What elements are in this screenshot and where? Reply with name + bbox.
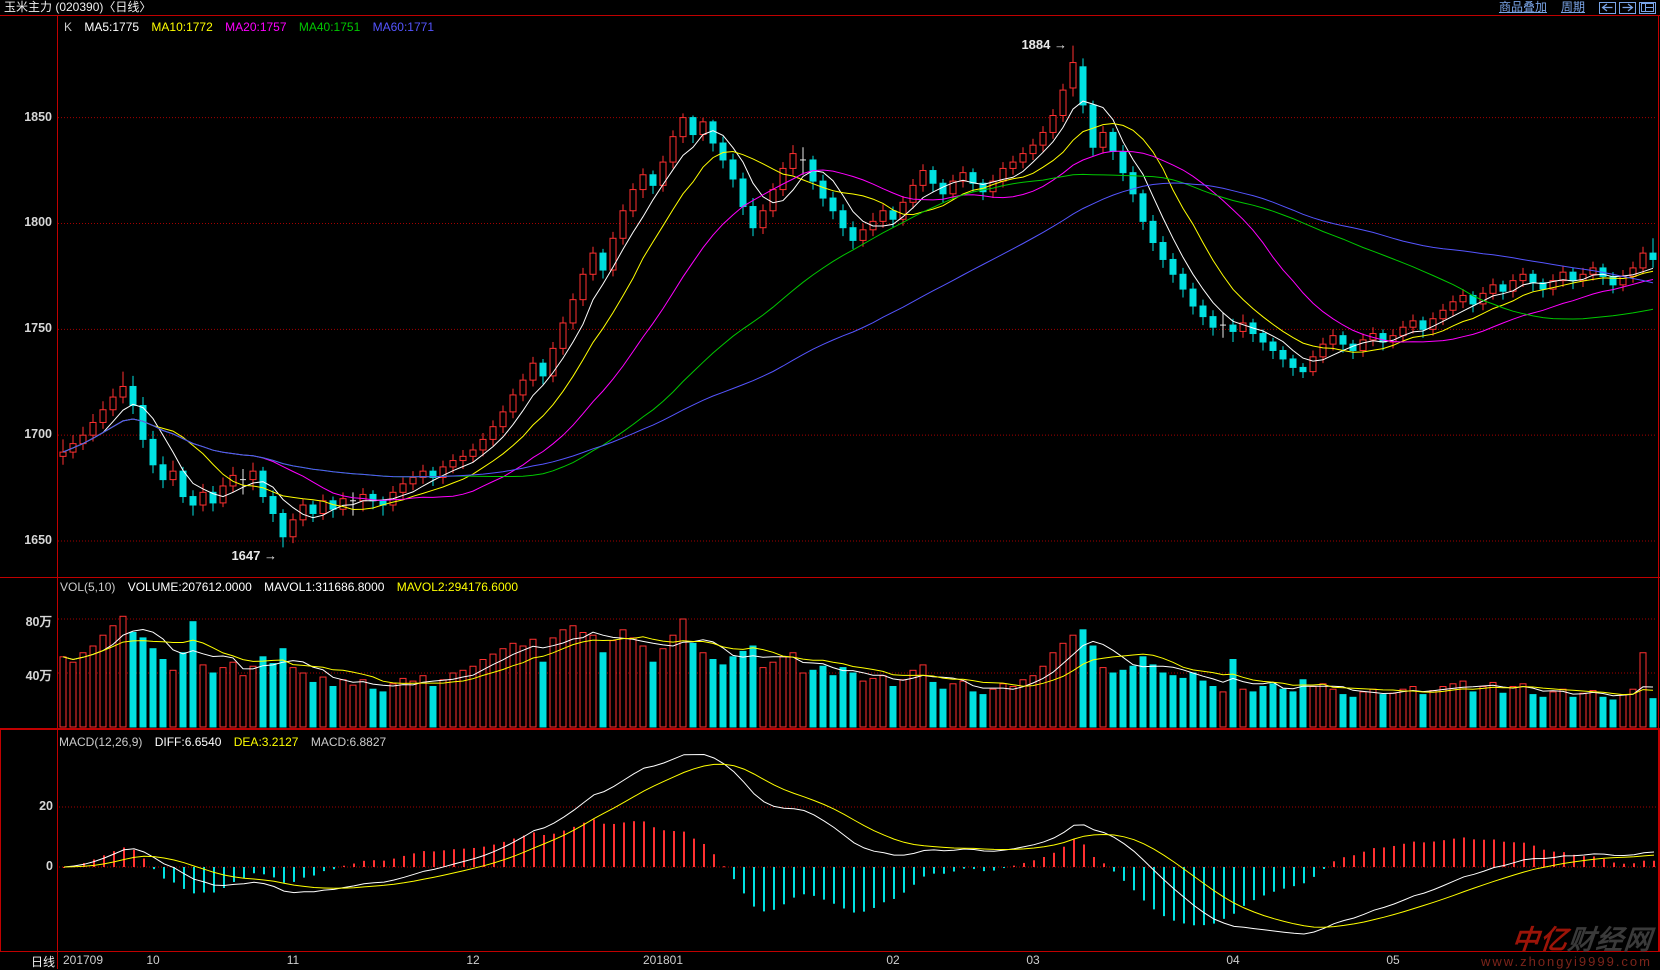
- candles: [60, 46, 1656, 548]
- x-tick-label: 10: [118, 953, 188, 967]
- ma10-line: [63, 124, 1653, 510]
- legend-mavol2: MAVOL2:294176.6000: [397, 580, 518, 594]
- right-border-line: [1658, 16, 1659, 952]
- legend-ma20: MA20:1757: [225, 20, 286, 34]
- ma5-line: [63, 101, 1653, 518]
- legend-dea: DEA:3.2127: [234, 735, 299, 749]
- macd-svg: [1, 730, 1659, 951]
- ma10-line: [63, 124, 1653, 510]
- scroll-right-button[interactable]: [1619, 2, 1636, 14]
- volume-tick-label: 80万: [2, 611, 52, 630]
- volume-tick-label: 40万: [2, 665, 52, 684]
- diff-line: [64, 755, 1654, 935]
- volume-svg: [0, 578, 1660, 728]
- y-tick-label: 1750: [2, 321, 52, 335]
- legend-k: K: [64, 20, 72, 34]
- link-overlay[interactable]: 商品叠加: [1499, 0, 1547, 15]
- x-tick-label: 12: [438, 953, 508, 967]
- y-axis-line: [57, 16, 58, 969]
- split-window-button[interactable]: [1639, 2, 1656, 14]
- x-tick-label: 03: [998, 953, 1068, 967]
- title-bar: 玉米主力 (020390)〈日线〉 商品叠加 周期: [0, 0, 1660, 16]
- x-tick-label: 11: [258, 953, 328, 967]
- macd-panel[interactable]: MACD(12,26,9) DIFF:6.6540 DEA:3.2127 MAC…: [0, 729, 1660, 952]
- price-annotation: 1647 →: [197, 548, 277, 563]
- y-tick-label: 1700: [2, 427, 52, 441]
- legend-diff: DIFF:6.6540: [155, 735, 222, 749]
- y-tick-label: 1800: [2, 215, 52, 229]
- ma5-line: [63, 101, 1653, 518]
- legend-ma10: MA10:1772: [151, 20, 212, 34]
- scroll-left-button[interactable]: [1599, 2, 1616, 14]
- kline-legend: K MA5:1775 MA10:1772 MA20:1757 MA40:1751…: [64, 20, 443, 34]
- chart-title: 玉米主力 (020390)〈日线〉: [4, 0, 151, 15]
- kline-panel[interactable]: K MA5:1775 MA10:1772 MA20:1757 MA40:1751…: [0, 16, 1660, 578]
- x-tick-label: 201801: [628, 953, 698, 967]
- legend-ma60: MA60:1771: [373, 20, 434, 34]
- arrow-right-icon: [1621, 3, 1634, 12]
- x-tick-label: 05: [1358, 953, 1428, 967]
- x-tick-label: 02: [858, 953, 928, 967]
- watermark-brand: 中亿财经网: [1480, 927, 1654, 954]
- legend-vol: VOL(5,10): [60, 580, 115, 594]
- legend-macd-value: MACD:6.8827: [311, 735, 386, 749]
- y-tick-label: 1850: [2, 110, 52, 124]
- watermark: 中亿财经网 www.zhongyi9999.com: [1481, 927, 1652, 968]
- legend-volume: VOLUME:207612.0000: [128, 580, 252, 594]
- link-period[interactable]: 周期: [1561, 0, 1585, 15]
- macd-legend: MACD(12,26,9) DIFF:6.6540 DEA:3.2127 MAC…: [59, 735, 395, 749]
- legend-mavol1: MAVOL1:311686.8000: [264, 580, 384, 594]
- watermark-url: www.zhongyi9999.com: [1481, 955, 1652, 968]
- volume-legend: VOL(5,10) VOLUME:207612.0000 MAVOL1:3116…: [60, 580, 527, 594]
- diff-line: [64, 755, 1654, 935]
- macd-tick-label: 0: [3, 859, 53, 873]
- split-window-icon: [1641, 3, 1654, 12]
- legend-ma5: MA5:1775: [84, 20, 139, 34]
- legend-macd-params: MACD(12,26,9): [59, 735, 142, 749]
- macd-histogram: [63, 819, 1655, 925]
- ma60-line: [63, 183, 1653, 477]
- ma60-line: [63, 183, 1653, 477]
- volume-panel[interactable]: VOL(5,10) VOLUME:207612.0000 MAVOL1:3116…: [0, 578, 1660, 729]
- macd-tick-label: 20: [3, 799, 53, 813]
- gridlines: [58, 118, 1657, 541]
- toolbar-icons: [1599, 2, 1656, 14]
- x-tick-label: 04: [1198, 953, 1268, 967]
- price-annotation: 1884 →: [987, 37, 1067, 52]
- arrow-left-icon: [1601, 3, 1614, 12]
- x-tick-label: 201709: [48, 953, 118, 967]
- legend-ma40: MA40:1751: [299, 20, 360, 34]
- gridlines: [59, 807, 1658, 867]
- kline-svg: [0, 16, 1660, 577]
- time-axis[interactable]: 日线 20170910111220180102030405: [0, 952, 1660, 969]
- y-tick-label: 1650: [2, 533, 52, 547]
